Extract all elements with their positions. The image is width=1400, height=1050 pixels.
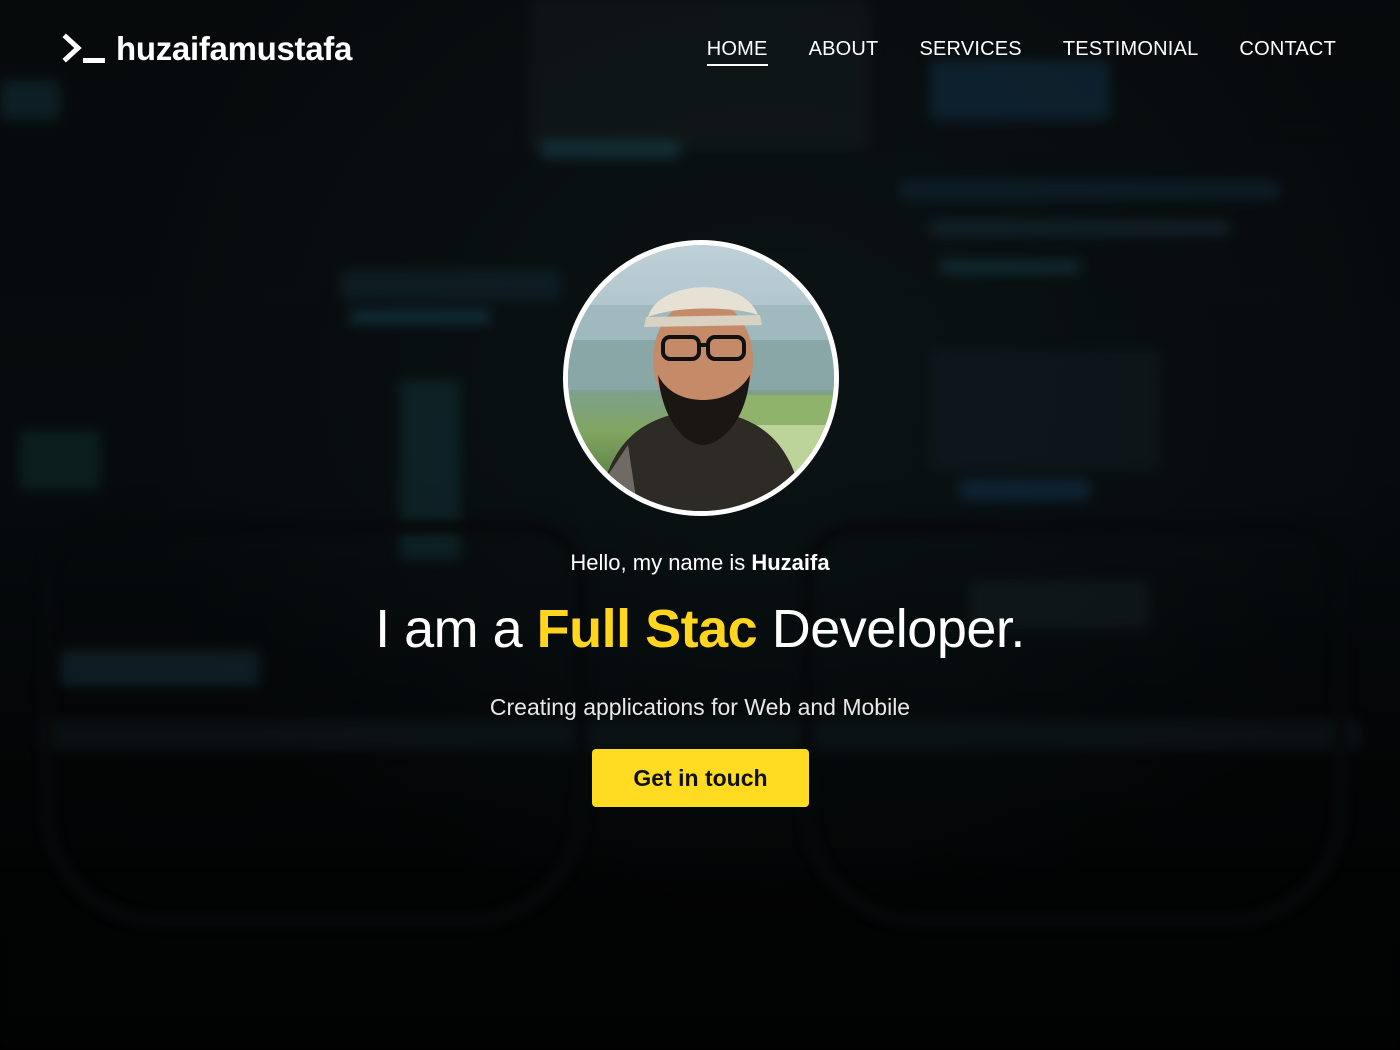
greeting-text: Hello, my name is Huzaifa [0, 550, 1400, 576]
headline-suffix: Developer. [757, 599, 1026, 659]
headline-prefix: I am a [375, 599, 537, 659]
tagline: Creating applications for Web and Mobile [489, 694, 911, 720]
top-navigation: huzaifamustafa HOME ABOUT SERVICES TESTI… [0, 0, 1400, 104]
brand-logo[interactable]: huzaifamustafa [62, 30, 352, 68]
nav-item-testimonial[interactable]: TESTIMONIAL [1063, 38, 1199, 66]
profile-avatar [563, 240, 839, 516]
nav-menu: HOME ABOUT SERVICES TESTIMONIAL CONTACT [706, 38, 1336, 66]
headline: I am a Full Stac Developer. [0, 598, 1400, 660]
hero-section: huzaifamustafa HOME ABOUT SERVICES TESTI… [0, 0, 1400, 1050]
greeting-prefix: Hello, my name is [570, 550, 752, 575]
nav-item-about[interactable]: ABOUT [809, 38, 879, 66]
greeting-name: Huzaifa [751, 550, 830, 575]
headline-highlight: Full Stac [536, 599, 758, 659]
brand-name: huzaifamustafa [116, 30, 353, 67]
get-in-touch-button[interactable]: Get in touch [592, 749, 809, 807]
nav-item-services[interactable]: SERVICES [919, 38, 1021, 66]
terminal-prompt-icon [62, 32, 108, 66]
nav-item-contact[interactable]: CONTACT [1239, 38, 1336, 66]
nav-item-home[interactable]: HOME [706, 38, 768, 66]
background-overlay [0, 0, 1400, 1050]
